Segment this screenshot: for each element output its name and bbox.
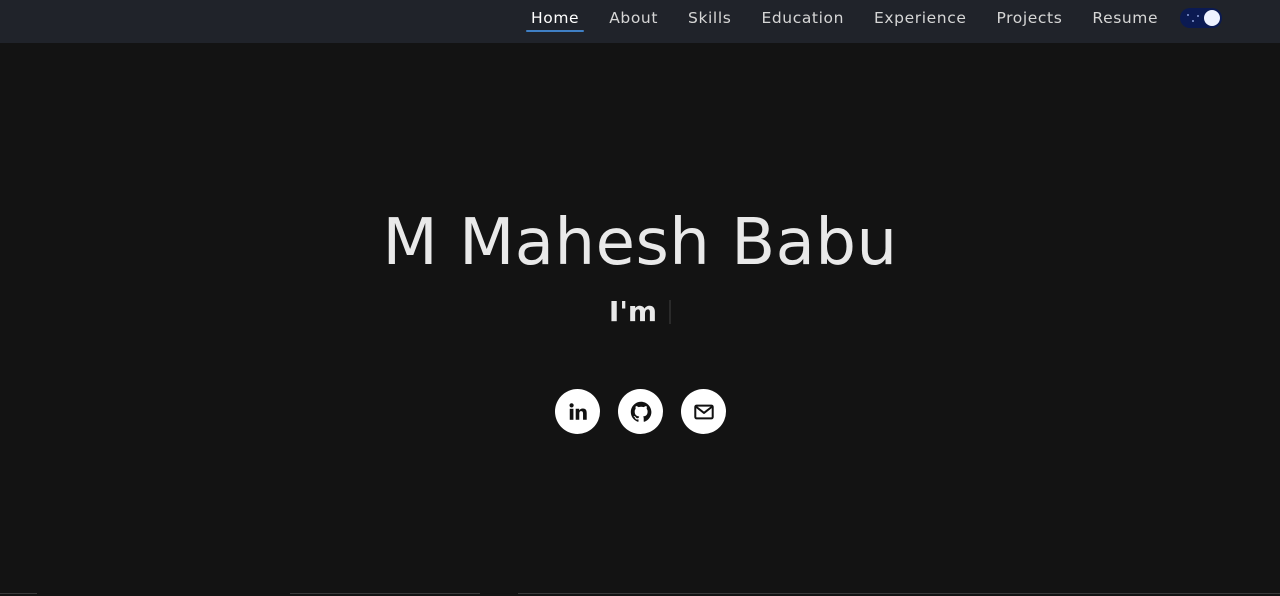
nav-experience[interactable]: Experience xyxy=(859,0,981,43)
hero-tagline: I'm xyxy=(0,294,1280,330)
nav-education[interactable]: Education xyxy=(746,0,859,43)
typing-cursor xyxy=(669,300,672,324)
linkedin-button[interactable] xyxy=(555,389,600,434)
nav-skills[interactable]: Skills xyxy=(673,0,746,43)
github-button[interactable] xyxy=(618,389,663,434)
mail-icon xyxy=(693,404,714,419)
email-button[interactable] xyxy=(681,389,726,434)
star-icon xyxy=(1192,20,1194,22)
toggle-knob xyxy=(1204,10,1220,26)
nav-list: Home About Skills Education Experience P… xyxy=(516,0,1173,43)
tagline-prefix: I'm xyxy=(608,295,658,328)
nav-home[interactable]: Home xyxy=(516,0,594,43)
star-icon xyxy=(1187,14,1189,16)
nav-resume[interactable]: Resume xyxy=(1077,0,1173,43)
nav-about[interactable]: About xyxy=(594,0,673,43)
top-navbar: Home About Skills Education Experience P… xyxy=(0,0,1280,43)
social-links xyxy=(555,389,726,434)
star-icon xyxy=(1197,15,1199,17)
hero-name: M Mahesh Babu xyxy=(382,206,898,280)
theme-toggle[interactable] xyxy=(1180,8,1222,28)
nav-projects[interactable]: Projects xyxy=(981,0,1077,43)
github-icon xyxy=(630,401,651,422)
linkedin-icon xyxy=(568,402,587,420)
